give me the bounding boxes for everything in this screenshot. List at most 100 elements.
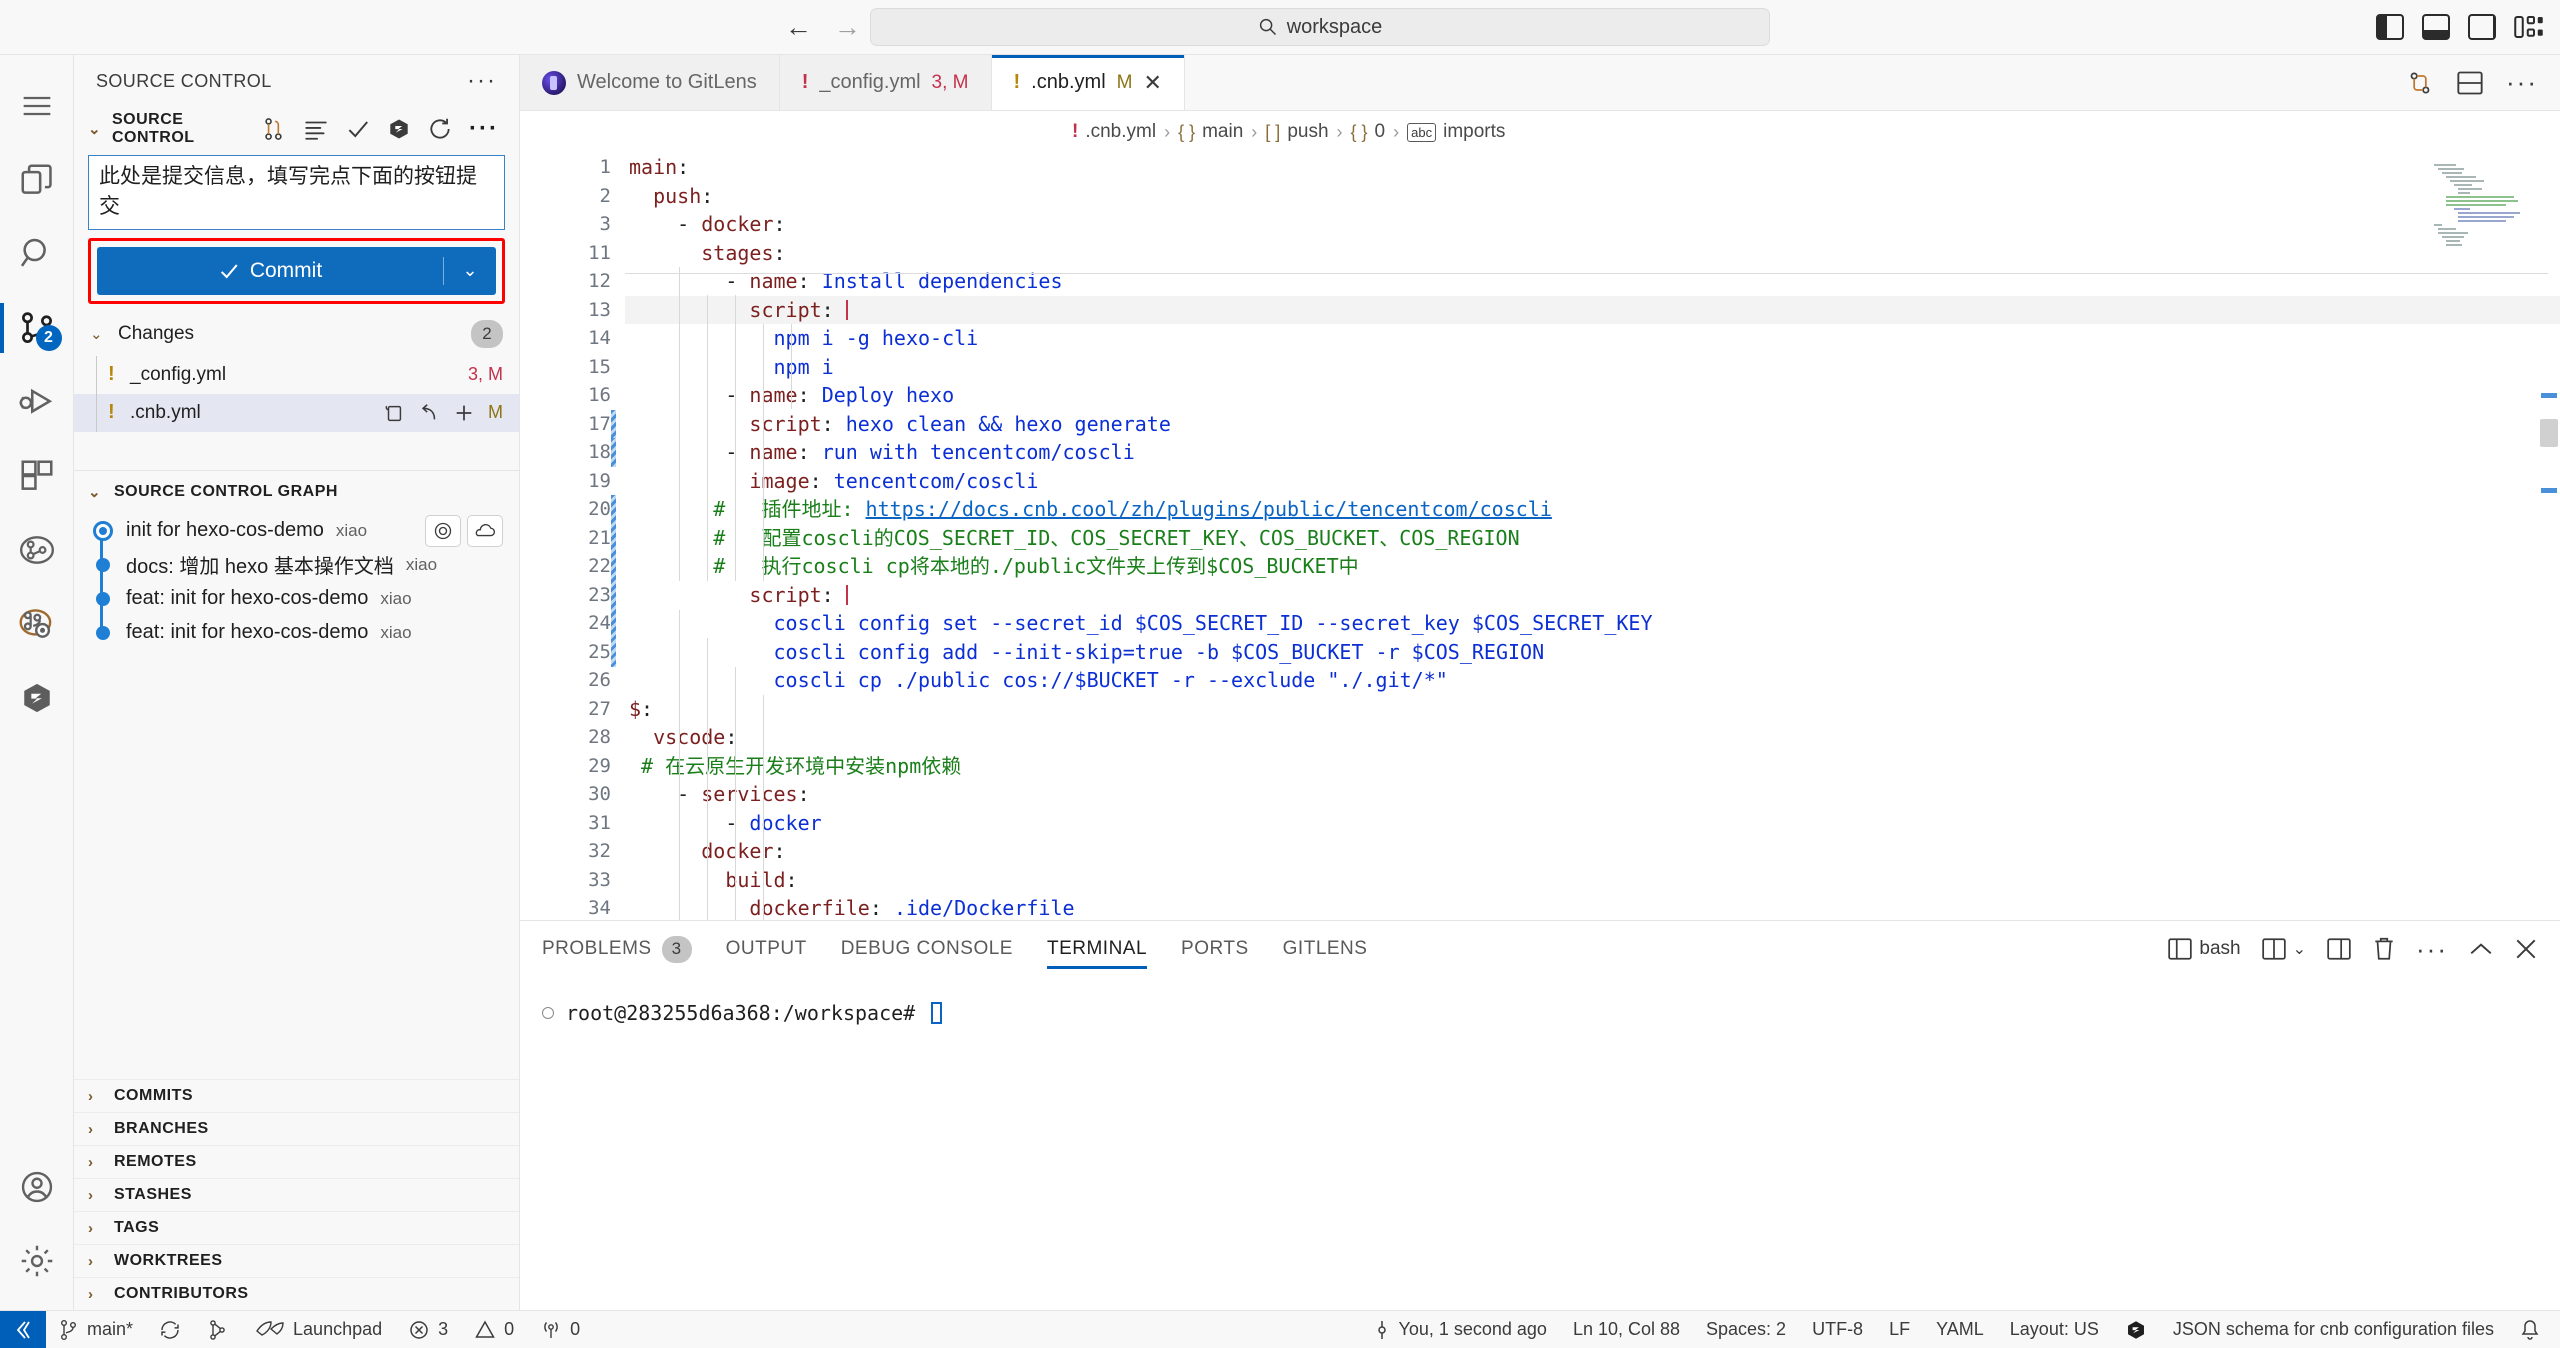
toggle-primary-sidebar-icon[interactable] [2376, 14, 2404, 40]
tab-gitlens[interactable]: GITLENS [1283, 921, 1368, 977]
sidebar-section-contributors[interactable]: › CONTRIBUTORS [74, 1277, 519, 1310]
view-as-tree-icon[interactable] [261, 116, 287, 142]
cloud-icon[interactable] [467, 514, 503, 547]
minimap[interactable] [2428, 161, 2538, 251]
search-icon[interactable] [0, 217, 74, 291]
cnb-icon[interactable] [0, 661, 74, 735]
split-layout-icon[interactable] [2456, 70, 2484, 96]
sidebar-section-branches[interactable]: › BRANCHES [74, 1112, 519, 1145]
sidebar-more-actions-icon[interactable]: ··· [467, 67, 497, 95]
status-cursor-position[interactable]: Ln 10, Col 88 [1560, 1311, 1693, 1348]
explorer-icon[interactable] [0, 143, 74, 217]
breadcrumb-item-file[interactable]: ! .cnb.yml [1072, 121, 1156, 143]
kill-terminal-button[interactable] [2372, 936, 2396, 962]
commit-button[interactable]: Commit ⌄ [97, 246, 496, 295]
sidebar-section-commits[interactable]: › COMMITS [74, 1079, 519, 1112]
status-errors[interactable]: 3 [395, 1311, 461, 1348]
list-item[interactable]: init for hexo-cos-demo xiao [74, 514, 519, 548]
more-actions-icon[interactable]: ··· [2506, 67, 2538, 98]
status-sync[interactable] [146, 1311, 194, 1348]
status-indentation[interactable]: Spaces: 2 [1693, 1311, 1799, 1348]
tab-ports[interactable]: PORTS [1181, 921, 1249, 977]
changes-group-header[interactable]: ⌄ Changes 2 [74, 312, 519, 356]
status-eol[interactable]: LF [1876, 1311, 1923, 1348]
refresh-icon[interactable] [427, 116, 453, 142]
sidebar-item-source-control[interactable]: 2 [0, 291, 74, 365]
breadcrumb-item-push[interactable]: [ ] push [1265, 121, 1328, 143]
forward-arrow-icon[interactable]: → [834, 13, 861, 41]
breadcrumb-item-main[interactable]: { } main [1178, 121, 1243, 143]
split-terminal-button[interactable] [2326, 937, 2352, 961]
customize-layout-icon[interactable] [2514, 14, 2543, 40]
open-changes-icon[interactable] [303, 118, 329, 140]
split-editor-icon[interactable] [2406, 69, 2434, 97]
status-gitlens[interactable] [2112, 1311, 2160, 1348]
more-actions-icon[interactable]: ··· [2416, 934, 2448, 965]
more-actions-icon[interactable]: ··· [469, 115, 499, 143]
commit-message-input[interactable]: 此处是提交信息，填写完点下面的按钮提交 [88, 155, 505, 230]
sidebar-section-worktrees[interactable]: › WORKTREES [74, 1244, 519, 1277]
status-gitlens-graph[interactable] [194, 1311, 242, 1348]
tab-terminal[interactable]: TERMINAL [1046, 921, 1148, 977]
source-control-section-header[interactable]: ⌄ SOURCE CONTROL ··· [74, 107, 519, 151]
stage-changes-icon[interactable] [453, 402, 475, 424]
tab-cnb-yml[interactable]: ! .cnb.yml M ✕ [991, 55, 1185, 110]
code-lines[interactable]: main: push: - docker: stages: - name: In… [611, 153, 2560, 920]
status-git-blame[interactable]: You, 1 second ago [1361, 1311, 1559, 1348]
open-file-icon[interactable] [383, 402, 405, 424]
status-notifications[interactable] [2507, 1311, 2560, 1348]
source-control-graph-header[interactable]: ⌄ SOURCE CONTROL GRAPH [74, 469, 519, 514]
sidebar-section-remotes[interactable]: › REMOTES [74, 1145, 519, 1178]
extensions-icon[interactable] [0, 439, 74, 513]
list-item[interactable]: feat: init for hexo-cos-demo xiao [74, 581, 519, 616]
gitlens-logo-icon [542, 70, 566, 95]
tab-welcome-to-gitlens[interactable]: Welcome to GitLens [520, 55, 780, 110]
close-panel-close-icon[interactable] [2514, 937, 2538, 961]
discard-changes-icon[interactable] [418, 402, 440, 424]
focus-icon[interactable] [425, 514, 461, 547]
status-radio-tower[interactable]: 0 [527, 1311, 593, 1348]
status-keyboard-layout[interactable]: Layout: US [1997, 1311, 2112, 1348]
editor-scrollbar[interactable] [2538, 153, 2560, 920]
back-arrow-icon[interactable]: ← [785, 13, 812, 41]
status-json-schema[interactable]: JSON schema for cnb configuration files [2160, 1311, 2507, 1348]
gitlens-inspect-icon[interactable] [0, 513, 74, 587]
settings-gear-icon[interactable] [0, 1224, 74, 1298]
status-branch[interactable]: main* [46, 1311, 146, 1348]
tab-config-yml[interactable]: ! _config.yml 3, M [779, 55, 992, 110]
status-language-mode[interactable]: YAML [1923, 1311, 1997, 1348]
breadcrumb-item-0[interactable]: { } 0 [1351, 121, 1386, 143]
status-warnings[interactable]: 0 [461, 1311, 527, 1348]
tab-debug-console[interactable]: DEBUG CONSOLE [841, 921, 1013, 977]
terminal-profile-button[interactable]: bash [2167, 937, 2241, 961]
remote-window-icon[interactable] [0, 1310, 46, 1348]
toggle-secondary-sidebar-icon[interactable] [2468, 14, 2496, 40]
scrollbar-thumb[interactable] [2540, 419, 2558, 447]
status-encoding[interactable]: UTF-8 [1799, 1311, 1876, 1348]
list-item[interactable]: ! .cnb.yml M [74, 393, 519, 432]
command-center[interactable]: workspace [870, 8, 1770, 46]
commit-checkmark-icon[interactable] [345, 116, 371, 142]
sidebar-section-stashes[interactable]: › STASHES [74, 1178, 519, 1211]
status-launchpad[interactable]: Launchpad [242, 1311, 395, 1348]
maximize-panel-chevron-up-icon[interactable] [2468, 939, 2494, 959]
toggle-panel-icon[interactable] [2422, 14, 2450, 40]
breadcrumb-separator: › [1336, 121, 1343, 142]
gitlens-icon[interactable] [0, 587, 74, 661]
new-terminal-button[interactable]: ⌄ [2261, 937, 2306, 961]
list-item[interactable]: docs: 增加 hexo 基本操作文档 xiao [74, 547, 519, 582]
run-debug-icon[interactable] [0, 365, 74, 439]
accounts-icon[interactable] [0, 1150, 74, 1224]
menu-icon[interactable] [0, 69, 74, 143]
commit-dropdown-chevron-down-icon[interactable]: ⌄ [444, 260, 496, 281]
sidebar-section-tags[interactable]: › TAGS [74, 1211, 519, 1244]
tab-output[interactable]: OUTPUT [726, 921, 807, 977]
list-item[interactable]: feat: init for hexo-cos-demo xiao [74, 615, 519, 650]
list-item[interactable]: ! _config.yml 3, M [74, 355, 519, 394]
gitlens-icon[interactable] [387, 117, 411, 141]
terminal-output[interactable]: root@283255d6a368:/workspace# [520, 977, 2560, 1310]
breadcrumb-item-imports[interactable]: abc imports [1407, 121, 1505, 143]
code-editor[interactable]: 1 2 3 11 12 13 14 15 16 17 18 19 20 21 2… [520, 153, 2560, 920]
close-icon[interactable]: ✕ [1143, 70, 1161, 96]
tab-problems[interactable]: PROBLEMS 3 [542, 921, 692, 977]
